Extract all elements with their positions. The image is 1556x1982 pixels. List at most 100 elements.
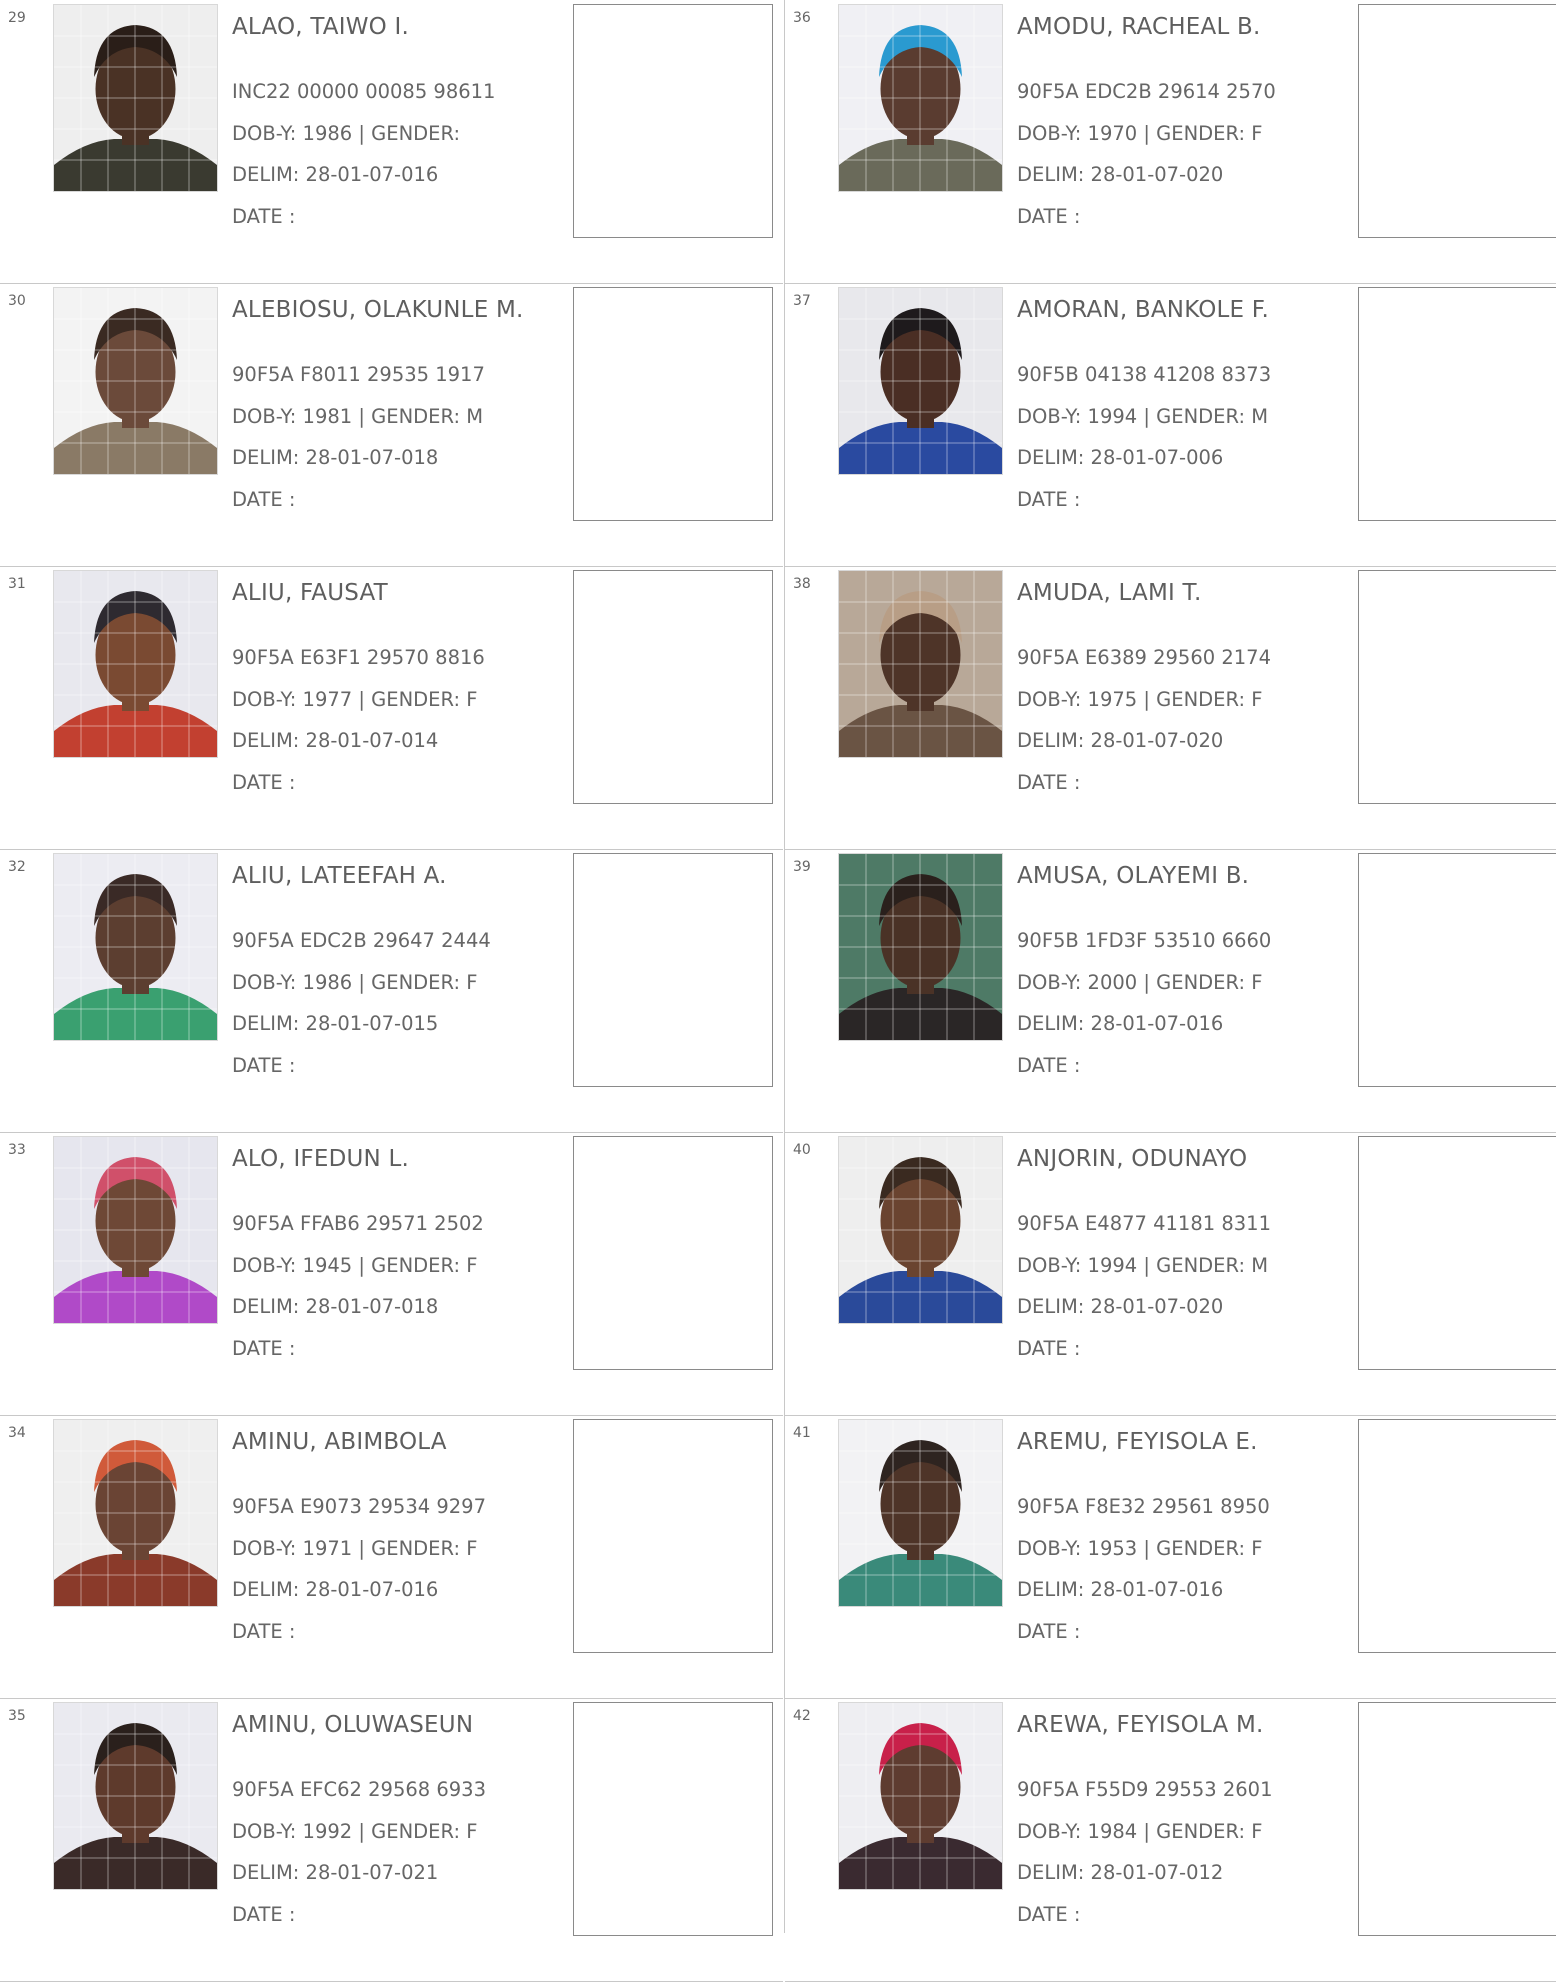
voter-dob-gender: DOB-Y: 1986 | GENDER: F: [232, 971, 478, 994]
portrait-image: [54, 1137, 217, 1323]
voter-date: DATE :: [1017, 1054, 1081, 1077]
voter-delimitation: DELIM: 28-01-07-014: [232, 729, 439, 752]
voter-vin: 90F5A EDC2B 29647 2444: [232, 929, 491, 952]
thumbprint-box: [573, 1702, 773, 1936]
voter-date: DATE :: [232, 488, 296, 511]
voter-vin: 90F5A F8011 29535 1917: [232, 363, 485, 386]
voter-vin: 90F5B 1FD3F 53510 6660: [1017, 929, 1272, 952]
serial-number: 39: [793, 859, 811, 875]
voter-delimitation: DELIM: 28-01-07-016: [1017, 1012, 1224, 1035]
voter-entry: 40 ANJORIN, ODUNAYO 90F5A E4877 41181 83…: [785, 1132, 1556, 1416]
portrait-image: [839, 1420, 1002, 1606]
voter-name: AMORAN, BANKOLE F.: [1017, 297, 1270, 323]
voter-photo: [838, 853, 1003, 1041]
voter-entry: 30 ALEBIOSU, OLAKUNLE M. 90F5A F8011 295…: [0, 283, 783, 567]
thumbprint-box: [1358, 570, 1556, 804]
voter-name: AMUDA, LAMI T.: [1017, 580, 1202, 606]
serial-number: 29: [8, 10, 26, 26]
voter-date: DATE :: [232, 771, 296, 794]
voter-delimitation: DELIM: 28-01-07-021: [232, 1861, 439, 1884]
voter-delimitation: DELIM: 28-01-07-006: [1017, 446, 1224, 469]
voter-delimitation: DELIM: 28-01-07-020: [1017, 163, 1224, 186]
portrait-image: [54, 1703, 217, 1889]
voter-dob-gender: DOB-Y: 1945 | GENDER: F: [232, 1254, 478, 1277]
voter-entry: 39 AMUSA, OLAYEMI B. 90F5B 1FD3F 53510 6…: [785, 849, 1556, 1133]
voter-date: DATE :: [1017, 1903, 1081, 1926]
voter-entry: 36 AMODU, RACHEAL B. 90F5A EDC2B 29614 2…: [785, 0, 1556, 284]
voter-name: ALEBIOSU, OLAKUNLE M.: [232, 297, 524, 323]
voter-dob-gender: DOB-Y: 1994 | GENDER: M: [1017, 1254, 1269, 1277]
voter-photo: [53, 853, 218, 1041]
voter-name: ALAO, TAIWO I.: [232, 14, 409, 40]
thumbprint-box: [1358, 853, 1556, 1087]
voter-date: DATE :: [1017, 771, 1081, 794]
thumbprint-box: [573, 853, 773, 1087]
voter-vin: 90F5A E6389 29560 2174: [1017, 646, 1271, 669]
voter-delimitation: DELIM: 28-01-07-012: [1017, 1861, 1224, 1884]
voter-name: ALIU, LATEEFAH A.: [232, 863, 447, 889]
voter-photo: [53, 287, 218, 475]
voter-name: ANJORIN, ODUNAYO: [1017, 1146, 1248, 1172]
portrait-image: [54, 571, 217, 757]
voter-delimitation: DELIM: 28-01-07-018: [232, 1295, 439, 1318]
voter-vin: 90F5A EDC2B 29614 2570: [1017, 80, 1276, 103]
serial-number: 36: [793, 10, 811, 26]
serial-number: 40: [793, 1142, 811, 1158]
voter-dob-gender: DOB-Y: 1971 | GENDER: F: [232, 1537, 478, 1560]
thumbprint-box: [1358, 287, 1556, 521]
voter-vin: 90F5A F55D9 29553 2601: [1017, 1778, 1273, 1801]
voter-column-left: 29 ALAO, TAIWO I. INC22 00000 00085 9861…: [0, 0, 783, 1982]
thumbprint-box: [1358, 1419, 1556, 1653]
voter-entry: 29 ALAO, TAIWO I. INC22 00000 00085 9861…: [0, 0, 783, 284]
portrait-image: [839, 1137, 1002, 1323]
voter-date: DATE :: [232, 1620, 296, 1643]
serial-number: 30: [8, 293, 26, 309]
thumbprint-box: [573, 1419, 773, 1653]
voter-dob-gender: DOB-Y: 1970 | GENDER: F: [1017, 122, 1263, 145]
portrait-image: [839, 854, 1002, 1040]
voter-entry: 34 AMINU, ABIMBOLA 90F5A E9073 29534 929…: [0, 1415, 783, 1699]
portrait-image: [839, 288, 1002, 474]
serial-number: 38: [793, 576, 811, 592]
voter-entry: 33 ALO, IFEDUN L. 90F5A FFAB6 29571 2502…: [0, 1132, 783, 1416]
voter-column-right: 36 AMODU, RACHEAL B. 90F5A EDC2B 29614 2…: [784, 0, 1556, 1982]
voter-photo: [53, 1702, 218, 1890]
serial-number: 31: [8, 576, 26, 592]
voter-date: DATE :: [1017, 488, 1081, 511]
thumbprint-box: [573, 287, 773, 521]
voter-delimitation: DELIM: 28-01-07-015: [232, 1012, 439, 1035]
serial-number: 35: [8, 1708, 26, 1724]
voter-dob-gender: DOB-Y: 1994 | GENDER: M: [1017, 405, 1269, 428]
voter-photo: [838, 1136, 1003, 1324]
voter-dob-gender: DOB-Y: 1975 | GENDER: F: [1017, 688, 1263, 711]
voter-vin: INC22 00000 00085 98611: [232, 80, 496, 103]
voter-date: DATE :: [1017, 1337, 1081, 1360]
voter-date: DATE :: [1017, 1620, 1081, 1643]
thumbprint-box: [573, 570, 773, 804]
voter-delimitation: DELIM: 28-01-07-020: [1017, 1295, 1224, 1318]
voter-vin: 90F5A FFAB6 29571 2502: [232, 1212, 484, 1235]
thumbprint-box: [1358, 1702, 1556, 1936]
voter-vin: 90F5A E9073 29534 9297: [232, 1495, 486, 1518]
voter-vin: 90F5A F8E32 29561 8950: [1017, 1495, 1270, 1518]
serial-number: 34: [8, 1425, 26, 1441]
portrait-image: [839, 5, 1002, 191]
portrait-image: [54, 854, 217, 1040]
voter-delimitation: DELIM: 28-01-07-018: [232, 446, 439, 469]
voter-delimitation: DELIM: 28-01-07-016: [232, 163, 439, 186]
voter-photo: [838, 1419, 1003, 1607]
serial-number: 33: [8, 1142, 26, 1158]
voter-delimitation: DELIM: 28-01-07-020: [1017, 729, 1224, 752]
voter-dob-gender: DOB-Y: 2000 | GENDER: F: [1017, 971, 1263, 994]
voter-photo: [838, 287, 1003, 475]
thumbprint-box: [1358, 1136, 1556, 1370]
thumbprint-box: [1358, 4, 1556, 238]
voter-date: DATE :: [232, 205, 296, 228]
voter-dob-gender: DOB-Y: 1984 | GENDER: F: [1017, 1820, 1263, 1843]
portrait-image: [54, 288, 217, 474]
portrait-image: [839, 1703, 1002, 1889]
voter-vin: 90F5A E63F1 29570 8816: [232, 646, 485, 669]
voter-name: AMINU, ABIMBOLA: [232, 1429, 447, 1455]
thumbprint-box: [573, 4, 773, 238]
voter-name: AMODU, RACHEAL B.: [1017, 14, 1261, 40]
